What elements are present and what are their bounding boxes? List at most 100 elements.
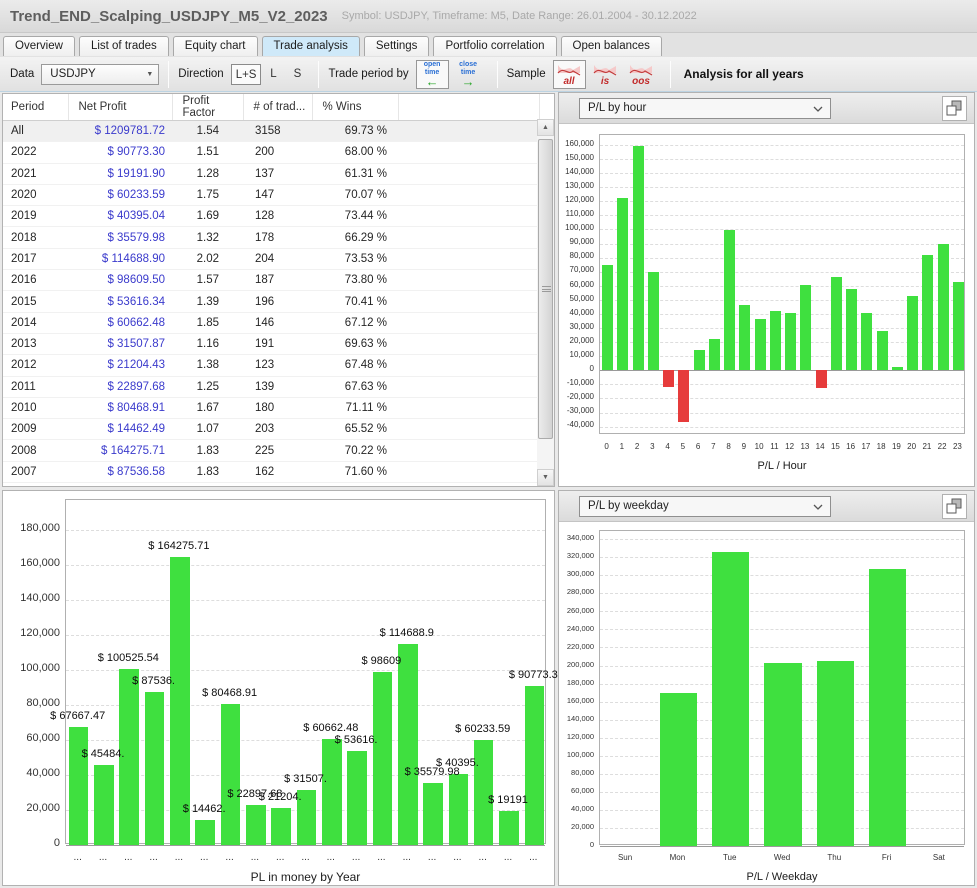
- scrollbar-thumb[interactable]: [538, 139, 553, 439]
- column-header-profit-factor[interactable]: Profit Factor: [172, 94, 243, 121]
- table-row-2014[interactable]: 2014$ 60662.481.8514667.12 %: [3, 312, 539, 333]
- column-header-of-trad[interactable]: # of trad...: [243, 94, 312, 121]
- bar-13: [800, 285, 811, 370]
- table-row-2017[interactable]: 2017$ 114688.902.0220473.53 %: [3, 248, 539, 269]
- cell-wins: 67.63 %: [312, 376, 398, 397]
- table-row-2008[interactable]: 2008$ 164275.711.8322570.22 %: [3, 440, 539, 461]
- hour-chart-type-select[interactable]: P/L by hour: [579, 98, 831, 119]
- cell-of-trad: 225: [243, 440, 312, 461]
- cell-net-profit: $ 1209781.72: [68, 121, 172, 142]
- table-row-2016[interactable]: 2016$ 98609.501.5718773.80 %: [3, 270, 539, 291]
- gridline: [600, 145, 964, 146]
- y-tick-label: 140,000: [559, 714, 594, 723]
- cell-period: 2021: [3, 163, 68, 184]
- cell-wins: 71.11 %: [312, 397, 398, 418]
- tab-overview[interactable]: Overview: [3, 36, 75, 56]
- weekday-chart-type-select[interactable]: P/L by weekday: [579, 496, 831, 517]
- table-row-2007[interactable]: 2007$ 87536.581.8316271.60 %: [3, 461, 539, 482]
- table-row-2018[interactable]: 2018$ 35579.981.3217866.29 %: [3, 227, 539, 248]
- table-scrollbar[interactable]: ▲ ▼: [537, 119, 554, 486]
- cell-wins: 69.73 %: [312, 121, 398, 142]
- open-time-button[interactable]: opentime←: [416, 60, 449, 89]
- table-row-2015[interactable]: 2015$ 53616.341.3919670.41 %: [3, 291, 539, 312]
- direction-option-l-s[interactable]: L+S: [231, 64, 262, 85]
- cell-net-profit: $ 98609.50: [68, 270, 172, 291]
- y-tick-label: 150,000: [559, 153, 594, 162]
- chart-axis-title: P/L / Hour: [599, 460, 965, 472]
- table-row-all[interactable]: All$ 1209781.721.54315869.73 %: [3, 121, 539, 142]
- tab-trade-analysis[interactable]: Trade analysis: [262, 36, 360, 56]
- table-row-2022[interactable]: 2022$ 90773.301.5120068.00 %: [3, 142, 539, 163]
- y-tick-label: 60,000: [559, 786, 594, 795]
- column-header-net-profit[interactable]: Net Profit: [68, 94, 172, 121]
- cell-of-trad: 146: [243, 312, 312, 333]
- bar-23: [953, 282, 964, 371]
- cell-profit-factor: 1.51: [172, 142, 243, 163]
- table-row-2006[interactable]: 2006$ 100525.542.1216075.00 %: [3, 483, 539, 487]
- cell-of-trad: 139: [243, 376, 312, 397]
- cell-net-profit: $ 60233.59: [68, 184, 172, 205]
- data-select[interactable]: USDJPY ▼: [41, 64, 159, 85]
- yearly-results-table: PeriodNet ProfitProfit Factor# of trad..…: [3, 94, 540, 487]
- copy-icon: [946, 100, 963, 117]
- y-tick-label: 100,000: [3, 662, 60, 674]
- hour-chart-header: P/L by hour: [559, 93, 974, 124]
- cell-net-profit: $ 40395.04: [68, 206, 172, 227]
- cell-filler: [398, 142, 539, 163]
- bar-wed: [764, 663, 802, 846]
- cell-profit-factor: 1.83: [172, 461, 243, 482]
- close-time-button[interactable]: closetime→: [452, 60, 485, 89]
- table-row-2021[interactable]: 2021$ 19191.901.2813761.31 %: [3, 163, 539, 184]
- y-tick-label: 30,000: [559, 322, 594, 331]
- x-tick-label: Sun: [600, 853, 650, 862]
- bar-8: [724, 230, 735, 370]
- y-tick-label: 130,000: [559, 181, 594, 190]
- strategy-title: Trend_END_Scalping_USDJPY_M5_V2_2023: [10, 8, 328, 25]
- column-header-filler: [398, 94, 539, 121]
- chevron-down-icon: [812, 105, 824, 113]
- table-row-2020[interactable]: 2020$ 60233.591.7514770.07 %: [3, 184, 539, 205]
- trade-analysis-window: Trend_END_Scalping_USDJPY_M5_V2_2023 Sym…: [0, 0, 977, 888]
- cell-profit-factor: 1.32: [172, 227, 243, 248]
- cell-profit-factor: 1.85: [172, 312, 243, 333]
- pl-by-hour-panel: P/L by hour -40,000-30,000-20,000-10,000…: [558, 92, 975, 487]
- table-row-2012[interactable]: 2012$ 21204.431.3812367.48 %: [3, 355, 539, 376]
- cell-net-profit: $ 164275.71: [68, 440, 172, 461]
- sample-is-button[interactable]: is: [589, 60, 622, 89]
- sample-oos-button[interactable]: oos: [625, 60, 658, 89]
- table-row-2009[interactable]: 2009$ 14462.491.0720365.52 %: [3, 419, 539, 440]
- sample-all-icon: all: [556, 62, 582, 86]
- cell-filler: [398, 355, 539, 376]
- tab-list-of-trades[interactable]: List of trades: [79, 36, 169, 56]
- copy-chart-button[interactable]: [942, 96, 967, 121]
- scroll-down-icon[interactable]: ▼: [537, 469, 554, 486]
- gridline: [600, 229, 964, 230]
- tab-equity-chart[interactable]: Equity chart: [173, 36, 258, 56]
- cell-net-profit: $ 21204.43: [68, 355, 172, 376]
- y-tick-label: 40,000: [3, 767, 60, 779]
- table-row-2011[interactable]: 2011$ 22897.681.2513967.63 %: [3, 376, 539, 397]
- y-tick-label: 0: [559, 840, 594, 849]
- direction-option-s[interactable]: S: [285, 64, 309, 85]
- gridline: [600, 201, 964, 202]
- bar-2016: [373, 672, 393, 845]
- cell-profit-factor: 1.67: [172, 397, 243, 418]
- tab-settings[interactable]: Settings: [364, 36, 430, 56]
- bar-value-label: $ 80468.91: [170, 687, 290, 699]
- bar-tue: [712, 552, 750, 846]
- cell-period: All: [3, 121, 68, 142]
- gridline: [600, 846, 964, 847]
- y-tick-label: 300,000: [559, 569, 594, 578]
- column-header-wins[interactable]: % Wins: [312, 94, 398, 121]
- direction-option-l[interactable]: L: [261, 64, 285, 85]
- column-header-period[interactable]: Period: [3, 94, 68, 121]
- copy-chart-button[interactable]: [942, 494, 967, 519]
- scroll-up-icon[interactable]: ▲: [537, 119, 554, 136]
- y-tick-label: 160,000: [3, 557, 60, 569]
- table-row-2013[interactable]: 2013$ 31507.871.1619169.63 %: [3, 333, 539, 354]
- tab-portfolio-correlation[interactable]: Portfolio correlation: [433, 36, 556, 56]
- sample-all-button[interactable]: all: [553, 60, 586, 89]
- table-row-2010[interactable]: 2010$ 80468.911.6718071.11 %: [3, 397, 539, 418]
- table-row-2019[interactable]: 2019$ 40395.041.6912873.44 %: [3, 206, 539, 227]
- tab-open-balances[interactable]: Open balances: [561, 36, 662, 56]
